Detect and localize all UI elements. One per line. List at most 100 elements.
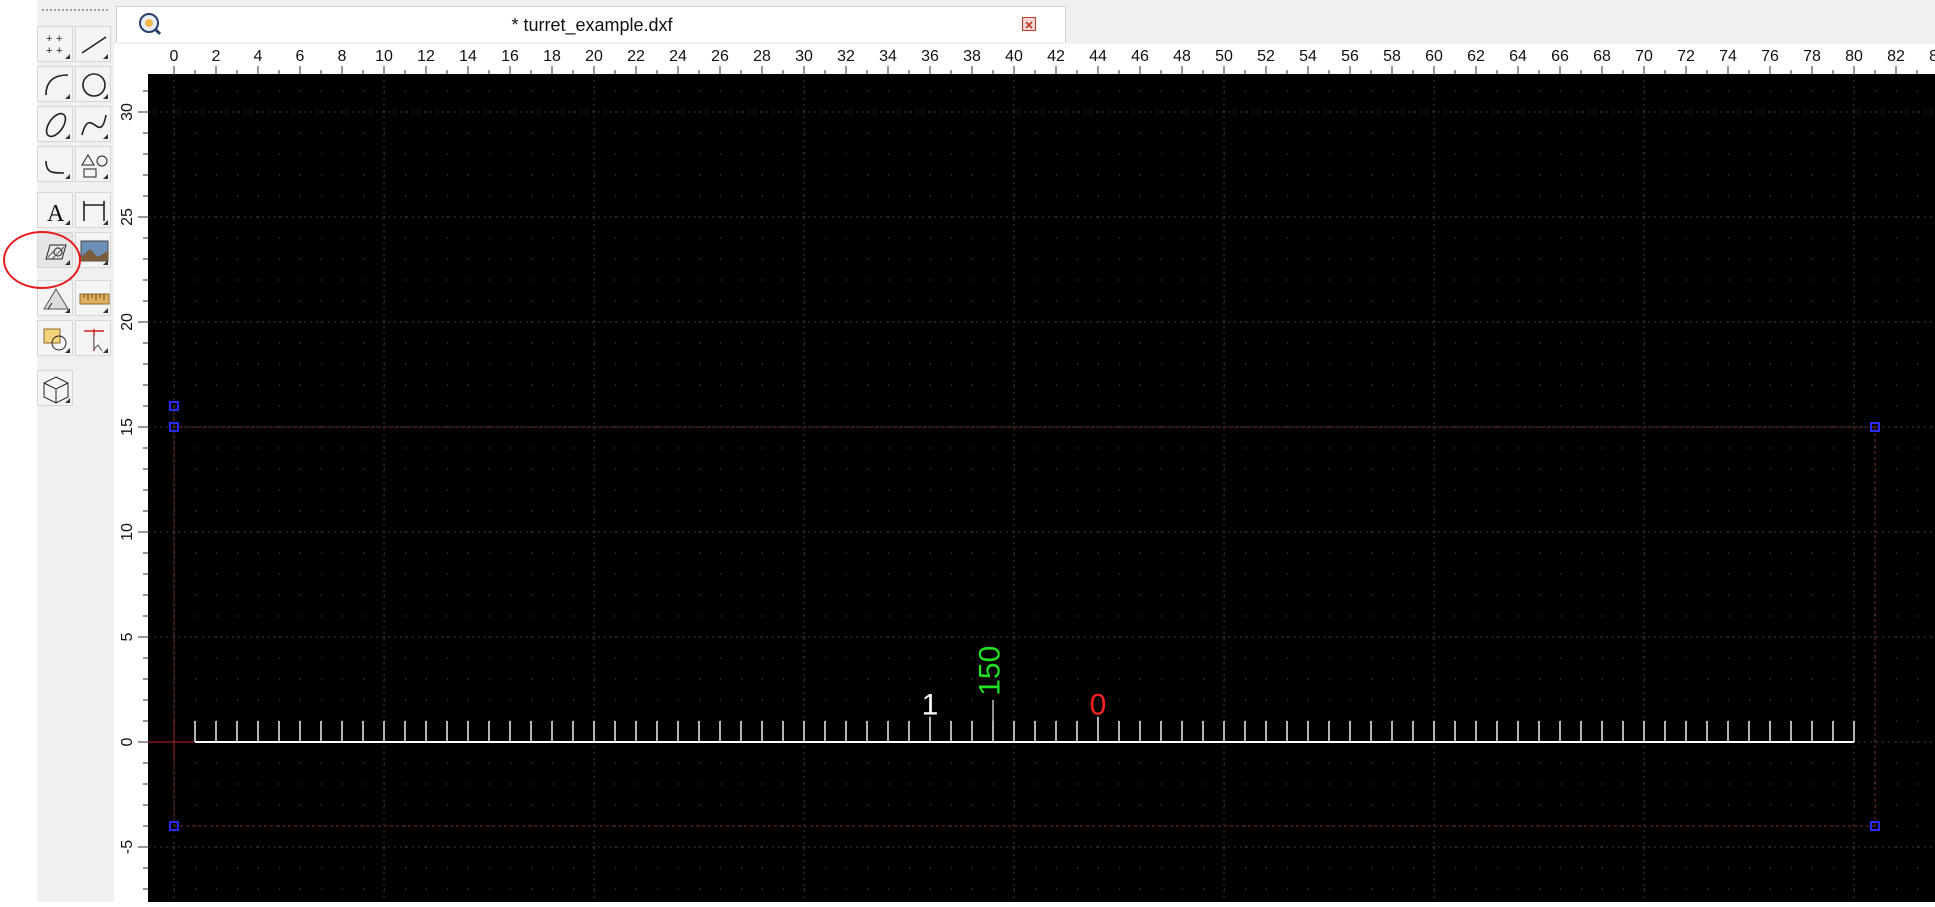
ruler-x-label: 84 (1929, 48, 1935, 65)
flyout-arrow-icon (103, 134, 108, 139)
ruler-x-label: 14 (459, 48, 477, 65)
flyout-arrow-icon (103, 54, 108, 59)
ruler-y-label: 0 (119, 737, 136, 746)
flyout-arrow-icon (65, 398, 70, 403)
ruler-y-label: 20 (119, 313, 136, 331)
flyout-arrow-icon (65, 94, 70, 99)
horizontal-ruler: 0 2 4 6 8 10 12 14 16 18 20 22 24 26 28 30 32 34 36 38 40 42 4… (148, 44, 1935, 75)
points-tool-button[interactable]: + + + + (37, 26, 73, 62)
ruler-x-label: 72 (1677, 48, 1695, 65)
ruler-x-label: 24 (669, 48, 687, 65)
ruler-x-label: 66 (1551, 48, 1569, 65)
app-logo-icon (138, 12, 162, 36)
image-tool-button[interactable] (75, 232, 111, 268)
flyout-arrow-icon (65, 308, 70, 313)
polyline-tool-button[interactable] (37, 146, 73, 182)
ruler-y-label: 15 (119, 418, 136, 436)
svg-text:+: + (56, 33, 62, 45)
svg-text:+: + (46, 33, 52, 45)
ruler-x-label: 10 (375, 48, 393, 65)
select-tool-button[interactable] (75, 320, 111, 356)
ruler-x-label: 44 (1089, 48, 1107, 65)
arc-tool-button[interactable] (37, 66, 73, 102)
ruler-corner (114, 44, 148, 74)
ruler-y-label: 25 (119, 208, 136, 226)
scale-label: 0 (1090, 689, 1107, 722)
ruler-x-label: 76 (1761, 48, 1779, 65)
ruler-x-label: 48 (1173, 48, 1191, 65)
text-tool-button[interactable]: A (37, 192, 73, 228)
ellipse-tool-button[interactable] (37, 106, 73, 142)
measure-tool-button[interactable] (75, 280, 111, 316)
ruler-x-label: 74 (1719, 48, 1737, 65)
ruler-x-label: 78 (1803, 48, 1821, 65)
ruler-x-label: 6 (296, 48, 305, 65)
scale-label: 1 (922, 689, 939, 722)
flyout-arrow-icon (103, 94, 108, 99)
ruler-x-label: 36 (921, 48, 939, 65)
ruler-x-label: 80 (1845, 48, 1863, 65)
svg-text:+: + (46, 45, 52, 57)
hatch-tool-button[interactable] (37, 232, 73, 268)
ruler-x-label: 52 (1257, 48, 1275, 65)
ruler-x-label: 22 (627, 48, 645, 65)
ruler-x-label: 28 (753, 48, 771, 65)
circle-tool-button[interactable] (75, 66, 111, 102)
document-tab[interactable]: * turret_example.dxf (116, 6, 1066, 42)
ruler-x-label: 26 (711, 48, 729, 65)
ruler-x-label: 30 (795, 48, 813, 65)
block-tool-button[interactable] (37, 320, 73, 356)
flyout-arrow-icon (103, 348, 108, 353)
spline-tool-button[interactable] (75, 106, 111, 142)
close-tab-icon[interactable] (1022, 17, 1036, 31)
ruler-x-label: 2 (212, 48, 221, 65)
drawing-svg: 1 150 0 (148, 74, 1935, 902)
ruler-x-label: 50 (1215, 48, 1233, 65)
ruler-y-label: 5 (119, 632, 136, 641)
drawing-canvas[interactable]: 1 150 0 (148, 74, 1935, 902)
ruler-x-label: 56 (1341, 48, 1359, 65)
flyout-arrow-icon (65, 174, 70, 179)
tab-bar: * turret_example.dxf (114, 0, 1935, 44)
svg-text:A: A (47, 201, 65, 227)
flyout-arrow-icon (65, 348, 70, 353)
dimension-tool-button[interactable] (75, 192, 111, 228)
flyout-arrow-icon (103, 174, 108, 179)
tab-title: * turret_example.dxf (511, 15, 673, 35)
ruler-x-label: 54 (1299, 48, 1317, 65)
flyout-arrow-icon (103, 308, 108, 313)
drawing-toolbar: + + + + A (37, 0, 115, 902)
shapes-tool-button[interactable] (75, 146, 111, 182)
ruler-x-label: 42 (1047, 48, 1065, 65)
ruler-x-label: 64 (1509, 48, 1527, 65)
ruler-x-label: 58 (1383, 48, 1401, 65)
ruler-x-label: 62 (1467, 48, 1485, 65)
ruler-x-label: 8 (338, 48, 347, 65)
3d-tool-button[interactable] (37, 370, 73, 406)
flyout-arrow-icon (65, 54, 70, 59)
ruler-x-label: 82 (1887, 48, 1905, 65)
flyout-arrow-icon (103, 220, 108, 225)
flyout-arrow-icon (65, 220, 70, 225)
ruler-x-label: 18 (543, 48, 561, 65)
ruler-x-label: 34 (879, 48, 897, 65)
ruler-x-label: 0 (170, 48, 179, 65)
flyout-arrow-icon (65, 260, 70, 265)
ruler-x-label: 20 (585, 48, 603, 65)
ruler-x-label: 70 (1635, 48, 1653, 65)
ruler-x-label: 32 (837, 48, 855, 65)
ruler-y-label: 30 (119, 103, 136, 121)
line-tool-button[interactable] (75, 26, 111, 62)
ruler-y-label: -5 (119, 840, 136, 854)
scale-label: 150 (973, 646, 1006, 696)
ruler-x-label: 12 (417, 48, 435, 65)
draft-tool-button[interactable] (37, 280, 73, 316)
ruler-x-label: 38 (963, 48, 981, 65)
ruler-x-label: 68 (1593, 48, 1611, 65)
ruler-x-label: 46 (1131, 48, 1149, 65)
toolbar-grip[interactable] (41, 8, 109, 12)
ruler-x-label: 60 (1425, 48, 1443, 65)
flyout-arrow-icon (103, 260, 108, 265)
horizontal-ruler-scale: 0 2 4 6 8 10 12 14 16 18 20 22 24 26 28 30 32 34 36 38 40 42 4… (170, 48, 1935, 74)
ruler-y-label: 10 (119, 523, 136, 541)
